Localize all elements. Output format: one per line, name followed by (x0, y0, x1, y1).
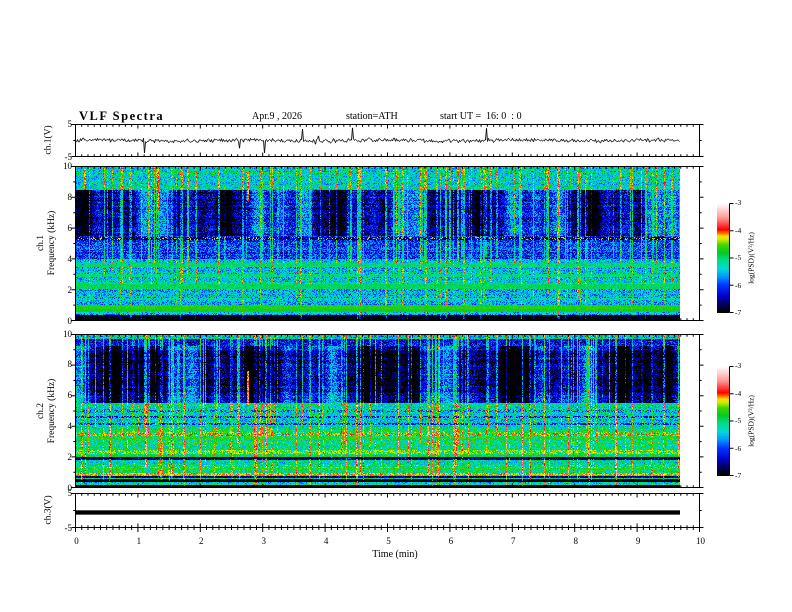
colorbar1-gradient (717, 203, 729, 313)
colorbar-tick-label: -7 (735, 471, 742, 480)
y-tick-label: 5 (67, 118, 73, 129)
ch1-spectrogram-canvas (76, 167, 690, 320)
ch1-axis-label-line2: Frequency (kHz) (47, 210, 57, 276)
colorbar2-gradient (717, 366, 729, 476)
ch1-voltage-axis-label: ch.1(V) (43, 125, 54, 155)
colorbar-tick-label: -5 (735, 253, 742, 262)
y-tick-label: 4 (67, 253, 73, 264)
date-label: Apr.9 , 2026 (252, 111, 302, 122)
colorbar-tick-label: -7 (735, 308, 742, 317)
ch2-axis-label-line2: Frequency (kHz) (47, 378, 57, 444)
x-tick-label: 5 (386, 536, 391, 546)
x-tick-label: 1 (136, 536, 142, 546)
colorbar-tick-label: -6 (735, 280, 742, 290)
y-tick-label: 10 (63, 328, 72, 339)
ch2-spectrogram-canvas (76, 335, 690, 487)
y-tick-label: 2 (67, 451, 73, 462)
y-tick-label: 4 (67, 420, 73, 431)
vlf-spectra-figure: VLF Spectra Apr.9 , 2026 station=ATH sta… (0, 0, 792, 612)
y-tick-label: -5 (64, 522, 73, 533)
colorbar-tick-label: -4 (735, 225, 742, 235)
colorbar-tick-label: -3 (735, 361, 742, 370)
y-tick-label: 8 (67, 191, 73, 202)
colorbar-tick-label: -4 (735, 388, 742, 398)
x-tick-label: 6 (448, 536, 454, 546)
ch2-frequency-axis-label: ch.2 Frequency (kHz) (36, 379, 58, 444)
x-tick-label: 8 (573, 536, 578, 546)
ch2-axis-label-line1: ch.2 (36, 402, 46, 420)
y-tick-label: 5 (67, 487, 73, 498)
ch3-waveform-canvas (76, 494, 690, 527)
x-tick-label: 0 (74, 536, 79, 546)
ch1-frequency-axis-label: ch.1 Frequency (kHz) (36, 211, 58, 276)
colorbar-tick-label: -6 (735, 443, 742, 453)
time-axis-label: Time (min) (372, 549, 418, 560)
x-tick-label: 7 (511, 536, 516, 546)
y-tick-label: 0 (67, 315, 73, 326)
y-tick-label: 6 (67, 222, 73, 233)
station-label: station=ATH (346, 111, 398, 122)
colorbar-tick-label: -3 (735, 198, 742, 207)
ch3-voltage-axis-label: ch.3(V) (43, 495, 54, 525)
y-tick-label: 2 (67, 284, 73, 295)
figure-title: VLF Spectra (79, 109, 165, 123)
ch1-waveform-canvas (76, 125, 690, 156)
y-tick-label: 10 (63, 160, 72, 171)
x-tick-label: 9 (635, 536, 641, 546)
y-tick-label: 8 (67, 359, 73, 370)
ch1-axis-label-line1: ch.1 (36, 234, 46, 252)
y-tick-label: 6 (67, 390, 73, 401)
x-tick-label: 3 (261, 536, 266, 546)
x-tick-label: 4 (323, 536, 329, 546)
x-tick-label: 10 (696, 536, 705, 546)
colorbar-tick-label: -5 (735, 416, 742, 425)
colorbar2-label: log(PSD)(V²/Hz) (746, 395, 756, 447)
colorbar1-label: log(PSD)(V²/Hz) (746, 232, 756, 284)
x-tick-label: 2 (199, 536, 204, 546)
start-ut-label: start UT = 16: 0 : 0 (440, 111, 522, 122)
